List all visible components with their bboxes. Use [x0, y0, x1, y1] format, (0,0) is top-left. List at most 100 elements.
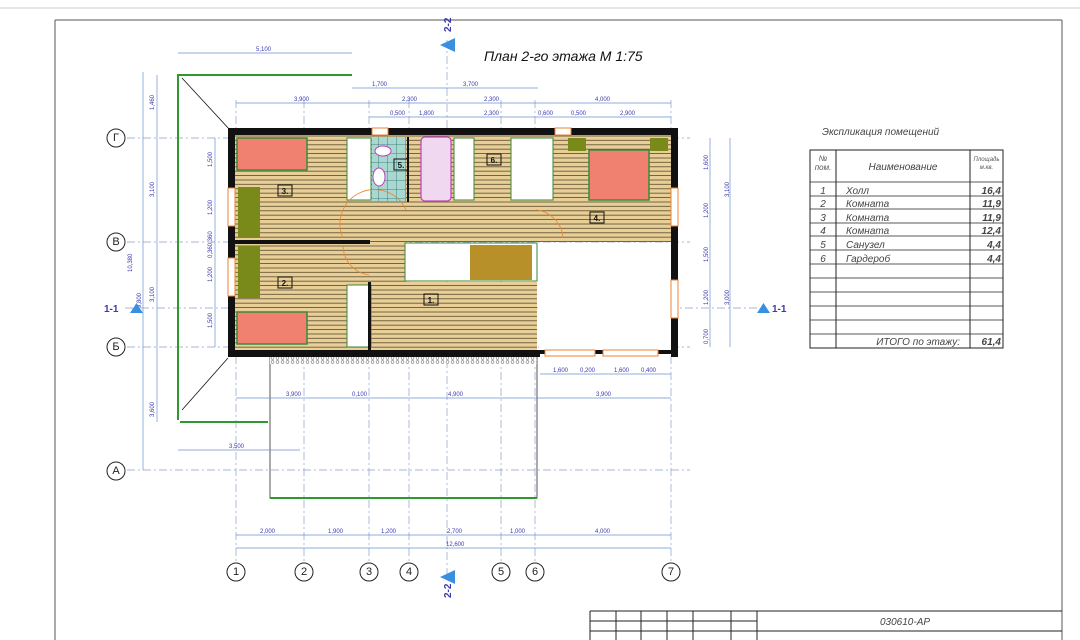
dim-text: 1,200 — [381, 529, 397, 535]
dim-text: 0,200 — [580, 368, 596, 374]
svg-text:3: 3 — [820, 213, 826, 224]
axis-label: 7 — [668, 566, 674, 578]
dim-text: 4,000 — [595, 97, 611, 103]
section-label-left: 1-1 — [104, 304, 119, 315]
dim-text: 3,900 — [294, 97, 310, 103]
section-arrow-icon — [440, 570, 455, 584]
svg-text:16,4: 16,4 — [982, 186, 1002, 197]
dim-text: 2,300 — [484, 97, 500, 103]
axis-label: А — [112, 465, 120, 477]
svg-text:2: 2 — [819, 199, 826, 210]
room-tag-6: 6. — [491, 156, 498, 165]
axis-label: 5 — [498, 566, 504, 578]
axis-label: В — [112, 236, 119, 248]
axis-label: 1 — [233, 566, 239, 578]
dim-text: 12,600 — [446, 542, 465, 548]
dim-text: 1,600 — [704, 154, 710, 170]
floor-plan-drawing: 1. 2. 3. 4. 5. 6. 5,100 1,700 3,700 3,90… — [0, 7, 1080, 640]
axis-label: 2 — [301, 566, 307, 578]
dim-text: 3,900 — [596, 392, 612, 398]
dim-text: 2,000 — [260, 529, 276, 535]
dim-text: 0,500 — [571, 111, 587, 117]
dim-text: 3,100 — [150, 286, 156, 302]
header-name: Наименование — [868, 162, 937, 173]
svg-text:4: 4 — [820, 226, 826, 237]
dim-text: 1,600 — [614, 368, 630, 374]
dim-text: 1,200 — [704, 289, 710, 305]
total-value: 61,4 — [982, 337, 1002, 348]
svg-text:5: 5 — [820, 240, 826, 251]
svg-text:6: 6 — [820, 254, 826, 265]
dim-text: 3,100 — [150, 181, 156, 197]
axis-label: Б — [112, 341, 119, 353]
axis-label: Г — [113, 132, 119, 144]
dim-text: 2,300 — [402, 97, 418, 103]
dim-text: 3,600 — [150, 401, 156, 417]
dim-text: 0,600 — [538, 111, 554, 117]
page-title: План 2-го этажа М 1:75 — [484, 48, 643, 64]
dim-text: 1,200 — [208, 199, 214, 215]
svg-text:Холл: Холл — [845, 186, 869, 197]
dimensions-right: 1,600 1,200 1,500 1,200 0,700 3,100 3,00… — [704, 154, 731, 344]
dim-text: 10,380 — [128, 253, 134, 272]
dim-text: 1,500 — [208, 312, 214, 328]
dim-text: 4,900 — [448, 392, 464, 398]
room-tag-4: 4. — [594, 214, 601, 223]
bathtub — [420, 136, 452, 202]
bed-room-4 — [588, 149, 650, 201]
dim-text: 1,000 — [510, 529, 526, 535]
drawing-code: 030610-АР — [880, 617, 930, 628]
lower-terrace — [269, 355, 538, 499]
room-tag-5: 5. — [398, 161, 405, 170]
dim-text: 3,100 — [725, 181, 731, 197]
svg-text:Комната: Комната — [846, 226, 890, 237]
dimensions-left: 1,460 3,100 3,100 3,600 10,380 9,800 1,5… — [128, 94, 214, 417]
dim-text: 3,500 — [229, 444, 245, 450]
dim-text: 0,500 — [390, 111, 406, 117]
svg-text:11,9: 11,9 — [982, 199, 1001, 210]
section-arrow-icon — [757, 303, 770, 313]
axis-label: 4 — [406, 566, 412, 578]
dim-text: 0,360,360 — [208, 231, 214, 258]
stairs — [470, 245, 532, 280]
svg-text:11,9: 11,9 — [982, 213, 1001, 224]
axis-label: 3 — [366, 566, 372, 578]
section-label-right: 1-1 — [772, 304, 787, 315]
header-num: № пом. — [814, 154, 832, 172]
svg-text:4,4: 4,4 — [986, 240, 1001, 251]
explication-table: Экспликация помещений № пом. Наименовани… — [809, 127, 1004, 349]
dim-text: 1,200 — [208, 266, 214, 282]
svg-text:Санузел: Санузел — [846, 240, 885, 251]
table-title: Экспликация помещений — [822, 127, 940, 138]
room-tag-2: 2. — [282, 279, 289, 288]
svg-text:Комната: Комната — [846, 213, 890, 224]
svg-text:4,4: 4,4 — [986, 254, 1001, 265]
dim-text: 3,900 — [286, 392, 302, 398]
dim-text: 1,800 — [419, 111, 435, 117]
svg-text:12,4: 12,4 — [982, 226, 1002, 237]
dim-text: 1,600 — [553, 368, 569, 374]
dim-text: 1,460 — [150, 94, 156, 110]
dim-text: 0,700 — [704, 328, 710, 344]
dim-text: 2,900 — [620, 111, 636, 117]
dim-text: 1,700 — [372, 82, 388, 88]
dim-text: 2,300 — [484, 111, 500, 117]
dim-text: 0,400 — [641, 368, 657, 374]
room-tag-3: 3. — [282, 187, 289, 196]
dim-text: 1,500 — [208, 151, 214, 167]
bed-room-3 — [236, 137, 308, 171]
title-block: 030610-АР — [589, 610, 1062, 640]
bed-room-2 — [236, 311, 308, 345]
room-tag-1: 1. — [428, 296, 435, 305]
dim-text: 4,000 — [595, 529, 611, 535]
dim-text: 1,900 — [328, 529, 344, 535]
section-label-bottom: 2-2 — [443, 583, 454, 598]
dim-text: 3,000 — [725, 289, 731, 305]
axis-label: 6 — [532, 566, 538, 578]
dim-text: 1,500 — [704, 246, 710, 262]
dim-text: 3,700 — [463, 82, 479, 88]
section-label-top: 2-2 — [443, 17, 454, 32]
total-label: ИТОГО по этажу: — [876, 337, 960, 348]
dim-text: 0,100 — [352, 392, 368, 398]
dim-text: 1,200 — [704, 202, 710, 218]
